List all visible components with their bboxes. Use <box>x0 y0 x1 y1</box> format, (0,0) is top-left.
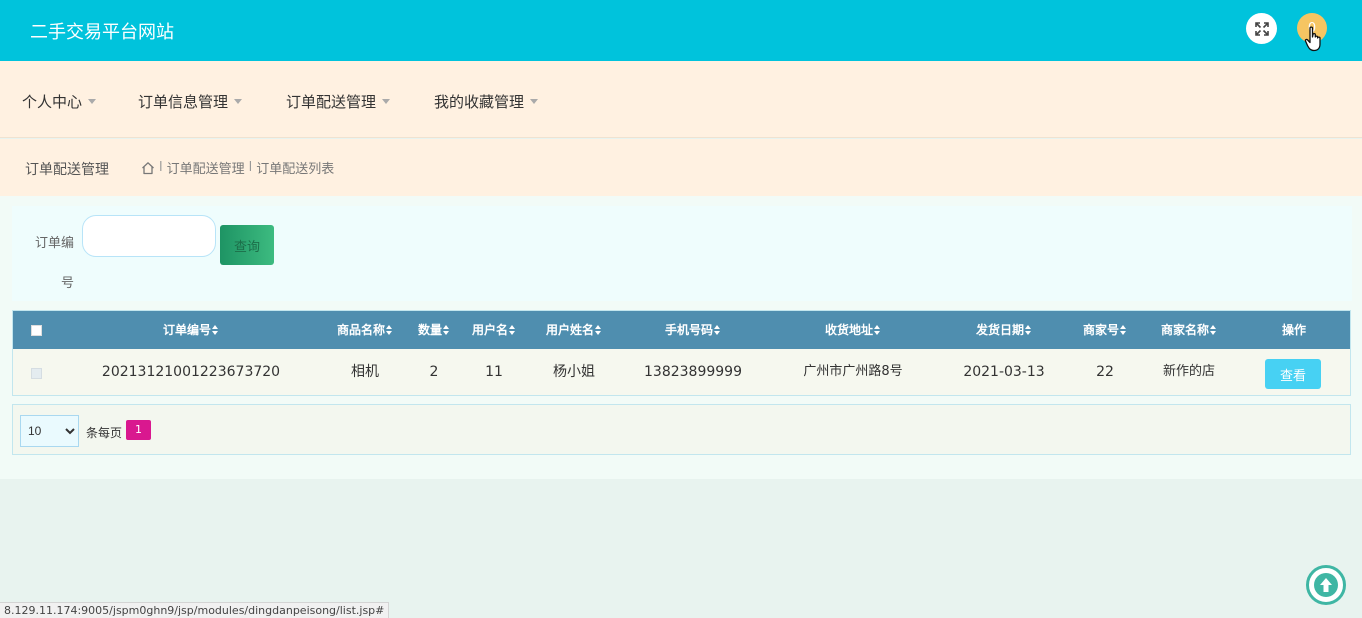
table-header: 订单编号 商品名称 数量 用户名 用户姓名 手机号码 收货地址 发货日期 商家号… <box>13 311 1350 349</box>
column-header-qty[interactable]: 数量 <box>418 311 450 349</box>
column-header-merchant-name[interactable]: 商家名称 <box>1161 311 1217 349</box>
cell-product: 相机 <box>351 364 379 380</box>
menu-item-order-delivery[interactable]: 订单配送管理 <box>286 91 391 112</box>
column-header-label: 商家名称 <box>1160 323 1210 337</box>
menu-item-personal-center[interactable]: 个人中心 <box>22 91 97 112</box>
column-header-label: 用户名 <box>471 323 509 337</box>
view-button[interactable]: 查看 <box>1265 359 1321 389</box>
menu-item-my-favorites[interactable]: 我的收藏管理 <box>434 91 539 112</box>
breadcrumb-bar: 订单配送管理 l 订单配送管理 l 订单配送列表 <box>0 139 1362 196</box>
column-header-product[interactable]: 商品名称 <box>337 311 393 349</box>
sort-icon <box>874 325 881 335</box>
cell-phone: 13823899999 <box>644 364 742 380</box>
search-panel: 订单编号 查询 <box>12 206 1352 301</box>
per-page-label: 条每页 <box>86 426 123 440</box>
column-header-ship-date[interactable]: 发货日期 <box>976 311 1032 349</box>
column-header-realname[interactable]: 用户姓名 <box>546 311 602 349</box>
page-number-current[interactable]: 1 <box>126 420 151 440</box>
search-button[interactable]: 查询 <box>220 225 274 265</box>
column-header-label: 数量 <box>417 323 443 337</box>
site-title: 二手交易平台网站 <box>30 22 174 43</box>
sort-icon <box>1210 325 1217 335</box>
menu-item-label: 订单信息管理 <box>138 93 229 111</box>
sort-icon <box>1120 325 1127 335</box>
fullscreen-button[interactable] <box>1246 13 1277 44</box>
sort-icon <box>595 325 602 335</box>
select-all-checkbox[interactable] <box>31 325 42 336</box>
sort-icon <box>443 325 450 335</box>
sort-icon <box>1025 325 1032 335</box>
column-header-label: 商品名称 <box>336 323 386 337</box>
column-header-username[interactable]: 用户名 <box>472 311 516 349</box>
content-area: 订单编号 查询 订单编号 商品名称 数量 用户名 用户姓名 手机号码 收货地址 … <box>0 196 1362 479</box>
cell-merchant-name: 新作的店 <box>1162 364 1216 379</box>
fullscreen-icon <box>1254 21 1269 36</box>
menu-item-label: 订单配送管理 <box>286 93 377 111</box>
caret-down-icon <box>530 99 539 104</box>
menu-item-order-info[interactable]: 订单信息管理 <box>138 91 243 112</box>
column-header-label: 订单编号 <box>162 323 212 337</box>
caret-down-icon <box>88 99 97 104</box>
table-row: 20213121001223673720 相机 2 11 杨小姐 1382389… <box>13 349 1350 395</box>
breadcrumb-item: 订单配送列表 <box>256 162 335 177</box>
browser-status-url: 8.129.11.174:9005/jspm0ghn9/jsp/modules/… <box>0 602 390 618</box>
column-header-label: 发货日期 <box>975 323 1025 337</box>
sort-icon <box>714 325 721 335</box>
column-header-label: 收货地址 <box>824 323 874 337</box>
cell-realname: 杨小姐 <box>553 364 595 380</box>
order-no-input[interactable] <box>82 215 216 257</box>
hand-cursor-icon <box>1304 26 1321 52</box>
column-header-order-no[interactable]: 订单编号 <box>163 311 219 349</box>
column-header-label: 手机号码 <box>664 323 714 337</box>
sort-icon <box>386 325 393 335</box>
row-checkbox[interactable] <box>31 368 42 379</box>
caret-down-icon <box>382 99 391 104</box>
column-header-address[interactable]: 收货地址 <box>825 311 881 349</box>
top-bar: 二手交易平台网站 0 <box>0 0 1362 61</box>
breadcrumb-item[interactable]: 订单配送管理 <box>167 158 245 177</box>
sort-icon <box>509 325 516 335</box>
order-no-label: 订单编号 <box>34 236 74 291</box>
home-icon[interactable] <box>141 161 155 175</box>
sort-icon <box>212 325 219 335</box>
caret-down-icon <box>234 99 243 104</box>
back-to-top-button[interactable] <box>1306 565 1346 605</box>
breadcrumb-separator: l <box>159 160 163 175</box>
column-header-label: 用户姓名 <box>545 323 595 337</box>
cell-ship-date: 2021-03-13 <box>963 364 1045 380</box>
cell-order-no: 20213121001223673720 <box>101 364 281 380</box>
column-header-phone[interactable]: 手机号码 <box>665 311 721 349</box>
main-menu: 个人中心 订单信息管理 订单配送管理 我的收藏管理 <box>0 61 1362 138</box>
cell-qty: 2 <box>429 364 439 380</box>
cell-merchant-no: 22 <box>1096 364 1114 380</box>
arrow-up-icon <box>1314 573 1338 597</box>
column-header-merchant-no[interactable]: 商家号 <box>1083 311 1127 349</box>
cell-address: 广州市广州路8号 <box>803 364 903 379</box>
data-table: 订单编号 商品名称 数量 用户名 用户姓名 手机号码 收货地址 发货日期 商家号… <box>12 310 1351 396</box>
menu-item-label: 我的收藏管理 <box>434 93 525 111</box>
column-header-action: 操作 <box>1281 323 1307 337</box>
breadcrumb: l 订单配送管理 l 订单配送列表 <box>141 158 334 177</box>
cell-username: 11 <box>485 364 503 380</box>
breadcrumb-separator: l <box>248 160 253 175</box>
page-title: 订单配送管理 <box>25 162 109 178</box>
column-header-label: 商家号 <box>1082 323 1120 337</box>
page-size-select[interactable]: 10 <box>20 415 79 447</box>
menu-item-label: 个人中心 <box>22 93 83 111</box>
pagination: 10 条每页 1 <box>12 404 1351 455</box>
